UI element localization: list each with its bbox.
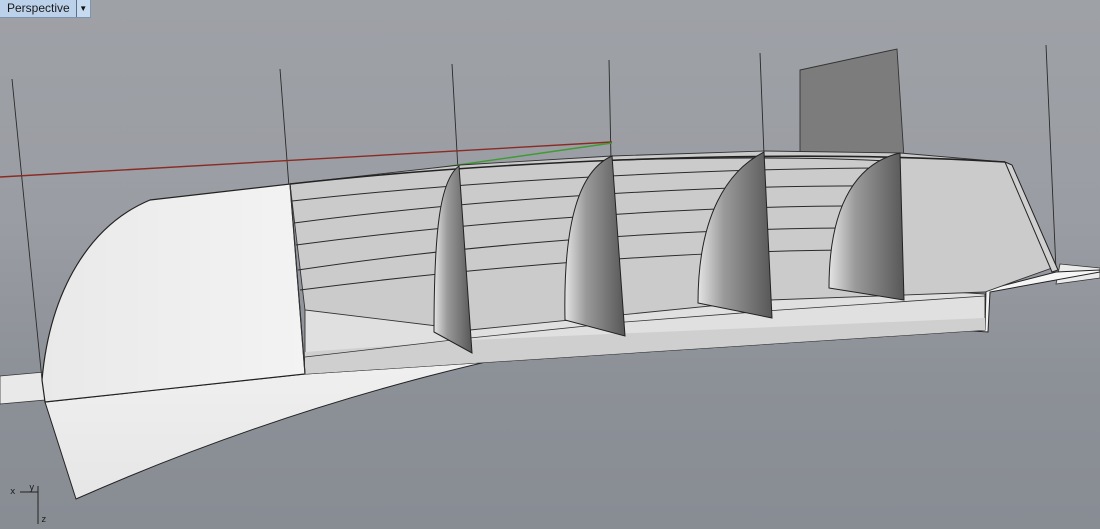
viewport-title-tab[interactable]: Perspective ▼ [0,0,91,18]
axis-label-x: x [10,487,16,497]
triangle-down-icon[interactable]: ▼ [75,0,90,17]
axis-label-z: z [41,515,47,525]
transom-plane [799,48,905,159]
axis-orientation-widget: x y z [0,478,60,529]
axis-label-y: y [29,483,35,493]
viewport-title[interactable]: Perspective [0,0,76,17]
ground-plane-left [0,371,46,405]
model-scene[interactable] [0,0,1100,529]
bow-panel [41,183,306,403]
perspective-viewport[interactable]: Perspective ▼ x y z [0,0,1100,529]
